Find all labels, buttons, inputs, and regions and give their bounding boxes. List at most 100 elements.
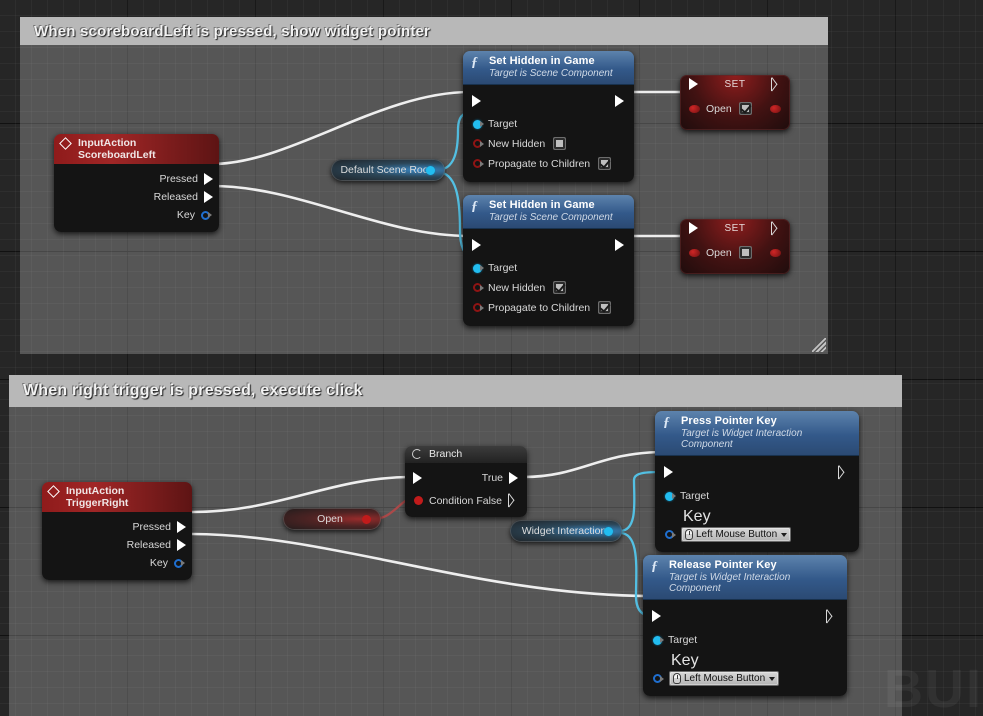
pin-label-target: Target xyxy=(488,262,518,274)
node-release-pointer-key[interactable]: ƒ Release Pointer Key Target is Widget I… xyxy=(643,555,847,696)
exec-in-pin[interactable] xyxy=(472,95,481,107)
pin-row-target[interactable]: Target xyxy=(655,481,859,502)
open-in-pin[interactable] xyxy=(689,104,700,113)
exec-out-pin[interactable] xyxy=(838,465,848,479)
node-branch[interactable]: Branch True Condition False xyxy=(405,446,527,517)
node-input-action-trigger-right[interactable]: InputAction TriggerRight Pressed Release… xyxy=(42,482,192,580)
exec-out-pin-true[interactable] xyxy=(509,472,518,484)
pin-row-target[interactable]: Target xyxy=(643,625,847,646)
pin-row-open[interactable]: Open xyxy=(680,236,790,259)
propagate-checkbox[interactable] xyxy=(598,157,612,170)
exec-out-pin-false[interactable] xyxy=(508,494,518,507)
pin-row-new-hidden[interactable]: New Hidden xyxy=(463,130,634,150)
exec-out-pin-released[interactable] xyxy=(204,191,213,203)
pin-row-key-value[interactable]: Left Mouse Button xyxy=(655,526,859,542)
pin-label-key-wrap: Key xyxy=(655,502,859,526)
node-set-open-1[interactable]: SET Open xyxy=(680,75,790,130)
exec-out-pin[interactable] xyxy=(771,77,781,91)
pin-row-target[interactable]: Target xyxy=(463,254,634,274)
node-set-hidden-in-game-1[interactable]: ƒ Set Hidden in Game Target is Scene Com… xyxy=(463,51,634,182)
pin-row-pressed[interactable]: Pressed xyxy=(54,170,219,188)
mouse-icon xyxy=(673,673,681,684)
pin-label-key: Key xyxy=(671,652,699,669)
exec-out-pin[interactable] xyxy=(826,609,836,623)
node-subtitle: Target is Scene Component xyxy=(489,212,613,223)
node-body: Target New Hidden Propagate to Children xyxy=(463,85,634,182)
node-set-hidden-in-game-2[interactable]: ƒ Set Hidden in Game Target is Scene Com… xyxy=(463,195,634,326)
pin-row-key-value[interactable]: Left Mouse Button xyxy=(643,670,847,686)
pin-label-key: Key xyxy=(149,557,168,569)
node-title: InputAction TriggerRight xyxy=(66,485,129,509)
node-open-variable[interactable]: Open xyxy=(283,508,381,530)
open-checkbox[interactable] xyxy=(738,246,752,259)
pin-row-propagate[interactable]: Propagate to Children xyxy=(463,150,634,170)
pin-row-target[interactable]: Target xyxy=(463,110,634,130)
exec-in-pin[interactable] xyxy=(689,78,698,90)
pin-label-target: Target xyxy=(668,634,698,646)
bool-out-pin[interactable] xyxy=(362,514,371,524)
node-subtitle: Target is Widget Interaction Component xyxy=(669,572,791,594)
blueprint-canvas[interactable]: When scoreboardLeft is pressed, show wid… xyxy=(0,0,983,716)
exec-in-pin[interactable] xyxy=(652,610,661,622)
pin-label-new-hidden: New Hidden xyxy=(488,281,546,294)
pin-row-exec[interactable] xyxy=(643,607,847,625)
exec-out-pin-pressed[interactable] xyxy=(204,173,213,185)
pin-row-exec[interactable] xyxy=(680,220,790,236)
pin-row-exec[interactable] xyxy=(655,463,859,481)
node-input-action-scoreboard-left[interactable]: InputAction ScoreboardLeft Pressed Relea… xyxy=(54,134,219,232)
pin-row-exec-true[interactable]: True xyxy=(405,469,527,487)
exec-out-pin[interactable] xyxy=(771,221,781,235)
open-in-pin[interactable] xyxy=(689,248,700,257)
pin-label-released: Released xyxy=(153,191,198,203)
pin-row-released[interactable]: Released xyxy=(42,536,192,554)
new-hidden-checkbox[interactable] xyxy=(553,137,567,150)
key-dropdown[interactable]: Left Mouse Button xyxy=(681,527,792,542)
pin-row-open[interactable]: Open xyxy=(680,92,790,115)
condition-in-pin[interactable] xyxy=(414,496,423,505)
pin-row-exec[interactable] xyxy=(680,76,790,92)
exec-out-pin[interactable] xyxy=(615,95,624,107)
key-dropdown-value: Left Mouse Button xyxy=(684,673,766,684)
chevron-down-icon xyxy=(781,532,788,537)
exec-in-pin[interactable] xyxy=(413,472,422,484)
branch-icon xyxy=(412,449,422,459)
propagate-checkbox[interactable] xyxy=(598,301,612,314)
comment-title-2[interactable]: When right trigger is pressed, execute c… xyxy=(9,375,902,407)
new-hidden-checkbox[interactable] xyxy=(553,281,567,294)
node-title: InputAction ScoreboardLeft xyxy=(78,137,156,161)
comment-title-1[interactable]: When scoreboardLeft is pressed, show wid… xyxy=(20,17,828,45)
exec-out-pin-pressed[interactable] xyxy=(177,521,186,533)
exec-out-pin[interactable] xyxy=(615,239,624,251)
node-press-pointer-key[interactable]: ƒ Press Pointer Key Target is Widget Int… xyxy=(655,411,859,552)
comment-resize-handle-1[interactable] xyxy=(812,338,826,352)
open-out-pin[interactable] xyxy=(770,104,781,113)
open-checkbox[interactable] xyxy=(738,102,752,115)
node-widget-interaction-variable[interactable]: Widget Interaction xyxy=(510,520,622,542)
pin-row-exec[interactable] xyxy=(463,92,634,110)
exec-in-pin[interactable] xyxy=(664,466,673,478)
pin-row-exec[interactable] xyxy=(463,236,634,254)
object-out-pin[interactable] xyxy=(604,526,613,536)
pin-label-propagate: Propagate to Children xyxy=(488,157,591,170)
object-out-pin[interactable] xyxy=(426,165,435,175)
pin-row-condition-false[interactable]: Condition False xyxy=(405,487,527,507)
exec-in-pin[interactable] xyxy=(689,222,698,234)
open-out-pin[interactable] xyxy=(770,248,781,257)
pin-arrow-icon xyxy=(672,493,676,499)
exec-in-pin[interactable] xyxy=(472,239,481,251)
exec-out-pin-released[interactable] xyxy=(177,539,186,551)
pin-row-propagate[interactable]: Propagate to Children xyxy=(463,294,634,314)
node-body: Pressed Released Key xyxy=(54,164,219,232)
function-icon: ƒ xyxy=(471,55,478,70)
pin-row-pressed[interactable]: Pressed xyxy=(42,518,192,536)
pin-arrow-icon xyxy=(480,304,484,311)
pin-label-pressed: Pressed xyxy=(159,173,198,185)
pin-row-key[interactable]: Key xyxy=(42,554,192,570)
pin-label-propagate: Propagate to Children xyxy=(488,301,591,314)
pin-row-key[interactable]: Key xyxy=(54,206,219,222)
node-set-open-2[interactable]: SET Open xyxy=(680,219,790,274)
pin-row-new-hidden[interactable]: New Hidden xyxy=(463,274,634,294)
pin-row-released[interactable]: Released xyxy=(54,188,219,206)
key-dropdown[interactable]: Left Mouse Button xyxy=(669,671,780,686)
node-default-scene-root[interactable]: Default Scene Root xyxy=(331,159,445,181)
